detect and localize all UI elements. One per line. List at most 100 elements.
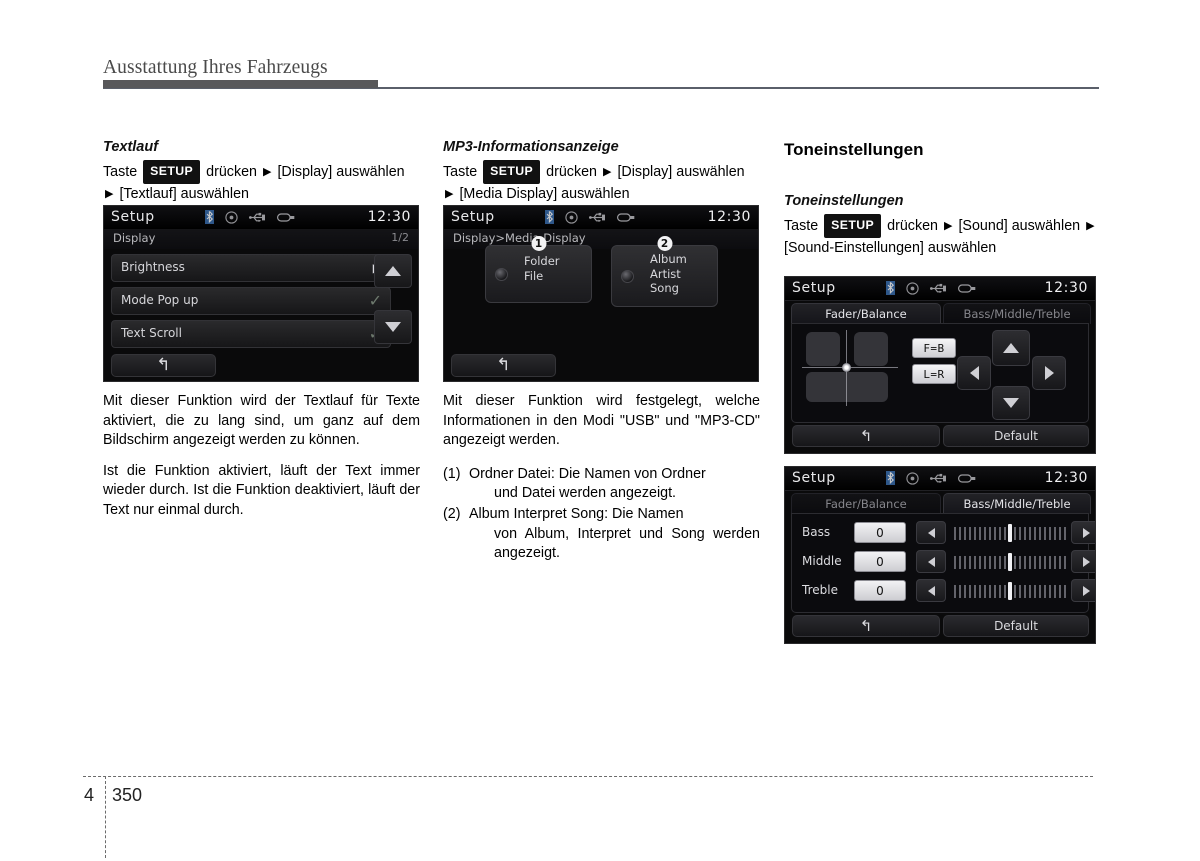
- header-rule-thick: [103, 80, 378, 88]
- eq-row-middle: Middle 0: [792, 549, 1095, 575]
- eq-decrease-button[interactable]: [916, 550, 946, 573]
- disc-icon: [906, 281, 919, 295]
- dpad-left-button[interactable]: [957, 356, 991, 390]
- media-option-album-artist-song[interactable]: 2 Album Artist Song: [611, 236, 718, 307]
- list-item: (2) Album Interpret Song: Die Namen von …: [443, 505, 760, 564]
- screen3-tabs: Fader/Balance Bass/Middle/Treble: [791, 303, 1091, 324]
- headunit-screen-bass-middle-treble[interactable]: Setup 12:30 Fader/Balance Bass/Middle/Tr…: [784, 466, 1096, 644]
- page-running-header: Ausstattung Ihres Fahrzeugs: [103, 57, 328, 78]
- screen4-clock: 12:30: [1044, 470, 1088, 486]
- eq-slider-bass[interactable]: [954, 524, 1066, 542]
- item-number: (2): [443, 505, 461, 522]
- eq-slider-treble[interactable]: [954, 582, 1066, 600]
- eq-increase-button[interactable]: [1071, 579, 1095, 602]
- col1-body: Mit dieser Funktion wird der Textlauf fü…: [103, 392, 420, 521]
- col1-path-instruction: Taste SETUP drücken ▶ [Display] auswähle…: [103, 160, 420, 204]
- dpad-down-button[interactable]: [992, 386, 1030, 420]
- col1-paragraph-2: Ist die Funktion aktiviert, läuft der Te…: [103, 462, 420, 518]
- aux-icon: [958, 283, 976, 293]
- triangle-left-icon: [969, 366, 979, 380]
- col2-target-1: [Display]: [617, 164, 673, 180]
- eq-value: 0: [854, 580, 906, 601]
- eq-increase-button[interactable]: [1071, 521, 1095, 544]
- manual-page: Ausstattung Ihres Fahrzeugs Textlauf Tas…: [0, 0, 1200, 861]
- list-item-label: Text Scroll: [121, 326, 182, 340]
- scroll-up-button[interactable]: [374, 254, 412, 288]
- eq-increase-button[interactable]: [1071, 550, 1095, 573]
- headunit-screen-display-list[interactable]: Setup 12:30 Display 1/2 Brightness ▶ Mod…: [103, 205, 419, 382]
- setup-key-badge: SETUP: [483, 160, 541, 184]
- eq-slider-middle[interactable]: [954, 553, 1066, 571]
- triangle-down-icon: [385, 322, 401, 332]
- radio-button-icon[interactable]: [495, 268, 508, 281]
- slider-thumb[interactable]: [1008, 553, 1012, 571]
- lr-equal-button[interactable]: L=R: [912, 364, 956, 384]
- balance-position-dot[interactable]: [842, 363, 851, 372]
- bluetooth-icon: [886, 281, 895, 295]
- col3-druecken-label: drücken: [887, 218, 939, 234]
- triangle-right-icon: [1044, 366, 1054, 380]
- eq-decrease-button[interactable]: [916, 579, 946, 602]
- default-label: Default: [994, 619, 1038, 633]
- tab-label: Fader/Balance: [825, 307, 907, 321]
- screen1-title: Setup: [111, 209, 155, 225]
- back-button[interactable]: ↰: [451, 354, 556, 377]
- triangle-up-icon: [1003, 343, 1019, 353]
- back-button[interactable]: ↰: [792, 615, 940, 637]
- media-line-2: Artist: [650, 266, 681, 281]
- column-toneinstellungen: Toneinstellungen: [784, 139, 1099, 161]
- seat-position-graphic[interactable]: [802, 330, 900, 406]
- eq-label: Middle: [802, 554, 842, 568]
- col2-target-2: [Media Display]: [459, 185, 558, 202]
- col2-numbered-list: (1) Ordner Datei: Die Namen von Ordner u…: [443, 465, 760, 564]
- list-item-text-scroll[interactable]: Text Scroll ✓: [111, 320, 391, 348]
- col3-auswaehlen-2: auswählen: [927, 239, 997, 256]
- tab-bass-middle-treble[interactable]: Bass/Middle/Treble: [943, 493, 1091, 514]
- dpad-right-button[interactable]: [1032, 356, 1066, 390]
- tab-label: Bass/Middle/Treble: [963, 307, 1071, 321]
- list-item-brightness[interactable]: Brightness ▶: [111, 254, 391, 282]
- arrow-right-icon-2: ▶: [1086, 220, 1095, 232]
- return-arrow-icon: ↰: [496, 355, 511, 375]
- dpad-up-button[interactable]: [992, 330, 1030, 366]
- triangle-right-icon: [1082, 527, 1090, 538]
- arrow-right-icon-2: ▶: [445, 187, 454, 200]
- default-button[interactable]: Default: [943, 425, 1089, 447]
- callout-badge-2: 2: [657, 236, 672, 251]
- radio-button-icon[interactable]: [621, 270, 634, 283]
- setup-key-badge: SETUP: [824, 214, 882, 238]
- default-button[interactable]: Default: [943, 615, 1089, 637]
- back-button[interactable]: ↰: [792, 425, 940, 447]
- col1-taste-label: Taste: [103, 164, 138, 180]
- usb-icon: [930, 473, 946, 483]
- tab-fader-balance[interactable]: Fader/Balance: [791, 303, 941, 324]
- triangle-left-icon: [927, 556, 935, 567]
- checkmark-icon: ✓: [368, 291, 382, 310]
- slider-thumb[interactable]: [1008, 524, 1012, 542]
- screen2-title: Setup: [451, 209, 495, 225]
- slider-thumb[interactable]: [1008, 582, 1012, 600]
- col1-druecken-label: drücken: [206, 164, 258, 180]
- arrow-right-icon: ▶: [944, 220, 953, 232]
- list-item-mode-popup[interactable]: Mode Pop up ✓: [111, 287, 391, 315]
- col1-sub-heading: Textlauf: [103, 139, 159, 155]
- item-text-cont: und Datei werden angezeigt.: [494, 485, 677, 502]
- headunit-screen-fader-balance[interactable]: Setup 12:30 Fader/Balance Bass/Middle/Tr…: [784, 276, 1096, 454]
- scroll-down-button[interactable]: [374, 310, 412, 344]
- media-line-1: Folder: [524, 254, 560, 268]
- eq-row-bass: Bass 0: [792, 520, 1095, 546]
- disc-icon: [906, 471, 919, 485]
- fb-equal-button[interactable]: F=B: [912, 338, 956, 358]
- item-text: Album Interpret Song: Die Namen von Albu…: [469, 505, 760, 564]
- eq-value: 0: [854, 522, 906, 543]
- headunit-screen-media-display[interactable]: Setup 12:30 Display>Media Display 1 Fold…: [443, 205, 759, 382]
- eq-decrease-button[interactable]: [916, 521, 946, 544]
- back-button[interactable]: ↰: [111, 354, 216, 377]
- col2-auswaehlen-1: auswählen: [676, 164, 745, 180]
- col1-auswaehlen-1: auswählen: [336, 164, 405, 180]
- tab-bass-middle-treble[interactable]: Bass/Middle/Treble: [943, 303, 1091, 324]
- col3-auswaehlen-1: auswählen: [1011, 218, 1081, 234]
- triangle-left-icon: [927, 585, 935, 596]
- tab-fader-balance[interactable]: Fader/Balance: [791, 493, 941, 514]
- media-option-folder-file[interactable]: 1 Folder File: [485, 236, 592, 303]
